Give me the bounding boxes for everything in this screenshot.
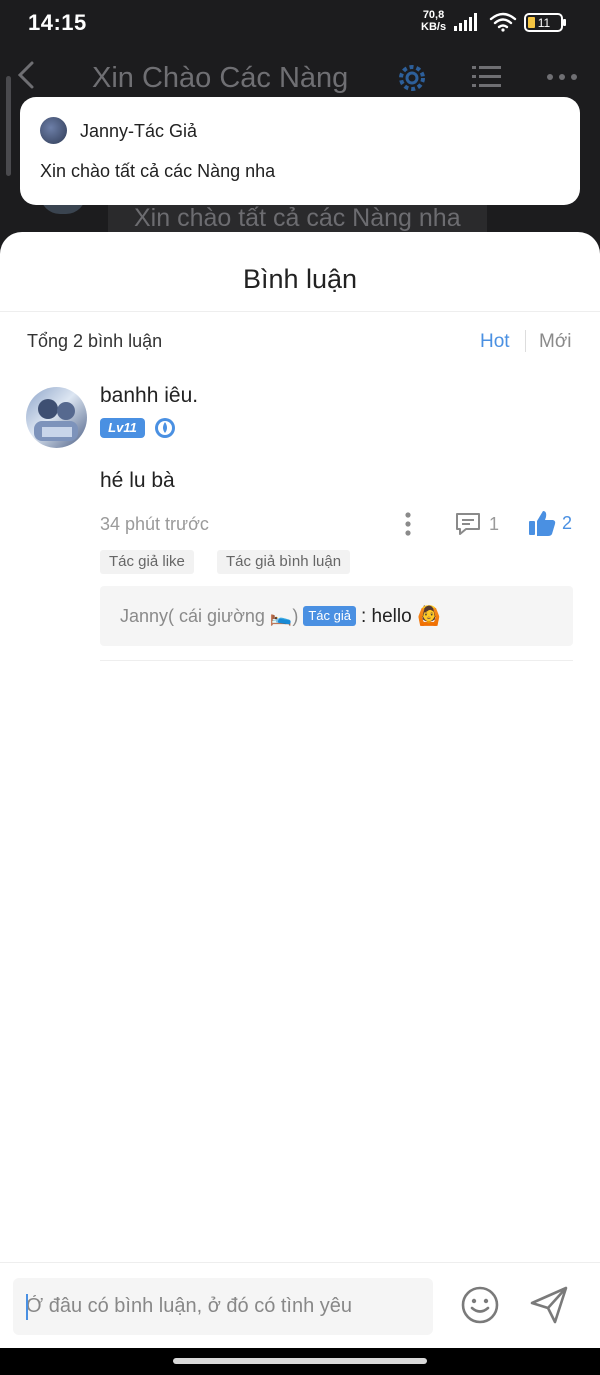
text-caret — [26, 1294, 28, 1320]
comments-sheet: Bình luận Tổng 2 bình luận Hot Mới banhh… — [0, 232, 600, 1348]
level-badge: Lv11 — [100, 418, 145, 438]
comment-time: 34 phút trước — [100, 514, 209, 534]
notification-avatar — [40, 117, 67, 144]
reply-count: 1 — [489, 513, 500, 534]
comment-text: hé lu bà — [100, 469, 175, 492]
emoji-icon[interactable] — [459, 1284, 501, 1326]
back-arrow-icon[interactable] — [14, 60, 38, 90]
tag-author-like: Tác giả like — [100, 550, 194, 574]
avatar[interactable] — [26, 387, 87, 448]
battery-icon: 11 — [524, 13, 566, 32]
navigation-bar — [0, 1348, 600, 1375]
reader-scrollbar[interactable] — [6, 76, 11, 176]
notification-card[interactable]: Janny-Tác Giả Xin chào tất cả các Nàng n… — [20, 97, 580, 205]
medal-icon — [155, 418, 175, 438]
signal-icon — [454, 13, 477, 31]
notification-author: Janny-Tác Giả — [80, 121, 198, 141]
status-icons: 11 — [454, 12, 566, 32]
reply-message: : hello 🙆 — [360, 606, 441, 627]
status-time: 14:15 — [28, 10, 87, 35]
input-bar-divider — [0, 1262, 600, 1263]
more-horizontal-icon[interactable] — [546, 73, 578, 81]
author-reply[interactable]: Janny( cái giường 🛌) Tác giả : hello 🙆 — [100, 586, 573, 646]
list-icon[interactable] — [472, 64, 502, 90]
reply-username[interactable]: Janny( cái giường 🛌) — [120, 606, 298, 627]
author-badge: Tác giả — [303, 606, 356, 626]
like-button[interactable]: 2 — [528, 508, 572, 538]
more-vertical-icon[interactable] — [398, 510, 418, 538]
comment-input[interactable] — [13, 1278, 433, 1335]
send-icon[interactable] — [528, 1284, 570, 1326]
author-reply-line: Janny( cái giường 🛌) Tác giả : hello 🙆 — [120, 604, 441, 628]
divider — [0, 311, 600, 312]
avatar-image — [34, 399, 78, 441]
sort-hot-tab[interactable]: Hot — [480, 331, 510, 353]
comment-icon — [456, 513, 480, 535]
comment-divider — [100, 660, 573, 661]
network-speed-value: 70,8 — [422, 9, 445, 21]
home-gesture-handle[interactable] — [173, 1358, 427, 1364]
comment-username[interactable]: banhh iêu. — [100, 384, 198, 408]
notification-message: Xin chào tất cả các Nàng nha — [40, 161, 276, 181]
sort-new-tab[interactable]: Mới — [539, 331, 572, 353]
thumbs-up-icon — [529, 511, 556, 536]
reply-button[interactable]: 1 — [455, 510, 499, 538]
sort-separator — [525, 330, 526, 352]
wifi-icon — [489, 12, 517, 32]
like-count: 2 — [562, 512, 573, 533]
network-speed: 70,8 KB/s — [421, 9, 446, 33]
status-bar: 14:15 70,8 KB/s 11 — [0, 0, 600, 46]
network-speed-unit: KB/s — [421, 21, 447, 33]
svg-text:11: 11 — [538, 16, 551, 30]
tag-author-comment: Tác giả bình luận — [217, 550, 351, 574]
reader-title: Xin Chào Các Nàng — [92, 62, 349, 94]
comment-total: Tổng 2 bình luận — [27, 331, 163, 351]
sheet-title: Bình luận — [242, 264, 358, 294]
gear-icon[interactable] — [396, 62, 428, 94]
